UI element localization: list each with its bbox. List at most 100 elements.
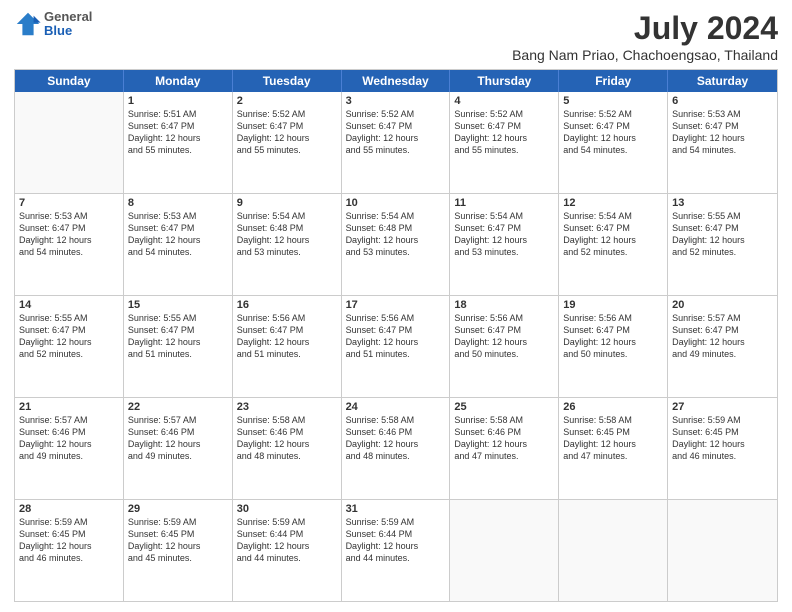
calendar-cell: 16Sunrise: 5:56 AMSunset: 6:47 PMDayligh… — [233, 296, 342, 397]
day-number: 10 — [346, 197, 446, 209]
calendar-cell: 26Sunrise: 5:58 AMSunset: 6:45 PMDayligh… — [559, 398, 668, 499]
calendar-row-5: 28Sunrise: 5:59 AMSunset: 6:45 PMDayligh… — [15, 500, 777, 601]
cell-info: Sunrise: 5:59 AMSunset: 6:45 PMDaylight:… — [672, 414, 773, 463]
calendar-cell: 14Sunrise: 5:55 AMSunset: 6:47 PMDayligh… — [15, 296, 124, 397]
day-number: 15 — [128, 299, 228, 311]
day-number: 16 — [237, 299, 337, 311]
calendar-cell: 24Sunrise: 5:58 AMSunset: 6:46 PMDayligh… — [342, 398, 451, 499]
day-number: 3 — [346, 95, 446, 107]
day-number: 8 — [128, 197, 228, 209]
cell-info: Sunrise: 5:57 AMSunset: 6:46 PMDaylight:… — [128, 414, 228, 463]
calendar-cell: 11Sunrise: 5:54 AMSunset: 6:47 PMDayligh… — [450, 194, 559, 295]
day-number: 14 — [19, 299, 119, 311]
header-day-tuesday: Tuesday — [233, 70, 342, 92]
day-number: 18 — [454, 299, 554, 311]
calendar-body: 1Sunrise: 5:51 AMSunset: 6:47 PMDaylight… — [15, 92, 777, 601]
calendar-cell: 31Sunrise: 5:59 AMSunset: 6:44 PMDayligh… — [342, 500, 451, 601]
calendar: SundayMondayTuesdayWednesdayThursdayFrid… — [14, 69, 778, 602]
day-number: 29 — [128, 503, 228, 515]
cell-info: Sunrise: 5:52 AMSunset: 6:47 PMDaylight:… — [237, 108, 337, 157]
cell-info: Sunrise: 5:59 AMSunset: 6:45 PMDaylight:… — [128, 516, 228, 565]
calendar-cell: 13Sunrise: 5:55 AMSunset: 6:47 PMDayligh… — [668, 194, 777, 295]
header-day-monday: Monday — [124, 70, 233, 92]
calendar-row-1: 1Sunrise: 5:51 AMSunset: 6:47 PMDaylight… — [15, 92, 777, 194]
calendar-cell: 18Sunrise: 5:56 AMSunset: 6:47 PMDayligh… — [450, 296, 559, 397]
main-title: July 2024 — [512, 10, 778, 47]
cell-info: Sunrise: 5:54 AMSunset: 6:48 PMDaylight:… — [237, 210, 337, 259]
cell-info: Sunrise: 5:59 AMSunset: 6:44 PMDaylight:… — [346, 516, 446, 565]
day-number: 23 — [237, 401, 337, 413]
calendar-cell: 20Sunrise: 5:57 AMSunset: 6:47 PMDayligh… — [668, 296, 777, 397]
calendar-row-2: 7Sunrise: 5:53 AMSunset: 6:47 PMDaylight… — [15, 194, 777, 296]
cell-info: Sunrise: 5:55 AMSunset: 6:47 PMDaylight:… — [19, 312, 119, 361]
calendar-cell: 21Sunrise: 5:57 AMSunset: 6:46 PMDayligh… — [15, 398, 124, 499]
cell-info: Sunrise: 5:55 AMSunset: 6:47 PMDaylight:… — [672, 210, 773, 259]
calendar-cell: 27Sunrise: 5:59 AMSunset: 6:45 PMDayligh… — [668, 398, 777, 499]
header: General Blue July 2024 Bang Nam Priao, C… — [14, 10, 778, 63]
day-number: 7 — [19, 197, 119, 209]
header-day-friday: Friday — [559, 70, 668, 92]
day-number: 22 — [128, 401, 228, 413]
calendar-cell: 25Sunrise: 5:58 AMSunset: 6:46 PMDayligh… — [450, 398, 559, 499]
day-number: 12 — [563, 197, 663, 209]
cell-info: Sunrise: 5:58 AMSunset: 6:45 PMDaylight:… — [563, 414, 663, 463]
day-number: 17 — [346, 299, 446, 311]
calendar-cell: 2Sunrise: 5:52 AMSunset: 6:47 PMDaylight… — [233, 92, 342, 193]
cell-info: Sunrise: 5:54 AMSunset: 6:47 PMDaylight:… — [563, 210, 663, 259]
calendar-cell: 3Sunrise: 5:52 AMSunset: 6:47 PMDaylight… — [342, 92, 451, 193]
calendar-row-3: 14Sunrise: 5:55 AMSunset: 6:47 PMDayligh… — [15, 296, 777, 398]
day-number: 13 — [672, 197, 773, 209]
day-number: 28 — [19, 503, 119, 515]
calendar-cell: 12Sunrise: 5:54 AMSunset: 6:47 PMDayligh… — [559, 194, 668, 295]
calendar-cell: 9Sunrise: 5:54 AMSunset: 6:48 PMDaylight… — [233, 194, 342, 295]
cell-info: Sunrise: 5:53 AMSunset: 6:47 PMDaylight:… — [672, 108, 773, 157]
calendar-cell: 1Sunrise: 5:51 AMSunset: 6:47 PMDaylight… — [124, 92, 233, 193]
calendar-cell: 5Sunrise: 5:52 AMSunset: 6:47 PMDaylight… — [559, 92, 668, 193]
day-number: 11 — [454, 197, 554, 209]
cell-info: Sunrise: 5:59 AMSunset: 6:45 PMDaylight:… — [19, 516, 119, 565]
header-day-sunday: Sunday — [15, 70, 124, 92]
day-number: 21 — [19, 401, 119, 413]
cell-info: Sunrise: 5:59 AMSunset: 6:44 PMDaylight:… — [237, 516, 337, 565]
header-day-thursday: Thursday — [450, 70, 559, 92]
subtitle: Bang Nam Priao, Chachoengsao, Thailand — [512, 47, 778, 63]
logo-blue: Blue — [44, 24, 92, 38]
day-number: 2 — [237, 95, 337, 107]
cell-info: Sunrise: 5:51 AMSunset: 6:47 PMDaylight:… — [128, 108, 228, 157]
cell-info: Sunrise: 5:58 AMSunset: 6:46 PMDaylight:… — [346, 414, 446, 463]
logo-general: General — [44, 10, 92, 24]
calendar-cell: 8Sunrise: 5:53 AMSunset: 6:47 PMDaylight… — [124, 194, 233, 295]
calendar-cell — [559, 500, 668, 601]
calendar-cell: 6Sunrise: 5:53 AMSunset: 6:47 PMDaylight… — [668, 92, 777, 193]
cell-info: Sunrise: 5:56 AMSunset: 6:47 PMDaylight:… — [454, 312, 554, 361]
cell-info: Sunrise: 5:57 AMSunset: 6:46 PMDaylight:… — [19, 414, 119, 463]
logo-icon — [14, 10, 42, 38]
calendar-row-4: 21Sunrise: 5:57 AMSunset: 6:46 PMDayligh… — [15, 398, 777, 500]
calendar-cell: 17Sunrise: 5:56 AMSunset: 6:47 PMDayligh… — [342, 296, 451, 397]
cell-info: Sunrise: 5:56 AMSunset: 6:47 PMDaylight:… — [237, 312, 337, 361]
cell-info: Sunrise: 5:56 AMSunset: 6:47 PMDaylight:… — [346, 312, 446, 361]
cell-info: Sunrise: 5:58 AMSunset: 6:46 PMDaylight:… — [454, 414, 554, 463]
day-number: 20 — [672, 299, 773, 311]
day-number: 6 — [672, 95, 773, 107]
cell-info: Sunrise: 5:58 AMSunset: 6:46 PMDaylight:… — [237, 414, 337, 463]
calendar-cell: 22Sunrise: 5:57 AMSunset: 6:46 PMDayligh… — [124, 398, 233, 499]
calendar-cell: 30Sunrise: 5:59 AMSunset: 6:44 PMDayligh… — [233, 500, 342, 601]
calendar-cell: 29Sunrise: 5:59 AMSunset: 6:45 PMDayligh… — [124, 500, 233, 601]
cell-info: Sunrise: 5:55 AMSunset: 6:47 PMDaylight:… — [128, 312, 228, 361]
cell-info: Sunrise: 5:52 AMSunset: 6:47 PMDaylight:… — [454, 108, 554, 157]
cell-info: Sunrise: 5:56 AMSunset: 6:47 PMDaylight:… — [563, 312, 663, 361]
logo: General Blue — [14, 10, 92, 39]
calendar-cell — [668, 500, 777, 601]
header-day-saturday: Saturday — [668, 70, 777, 92]
calendar-cell: 23Sunrise: 5:58 AMSunset: 6:46 PMDayligh… — [233, 398, 342, 499]
calendar-cell — [15, 92, 124, 193]
day-number: 25 — [454, 401, 554, 413]
day-number: 30 — [237, 503, 337, 515]
calendar-cell: 15Sunrise: 5:55 AMSunset: 6:47 PMDayligh… — [124, 296, 233, 397]
day-number: 5 — [563, 95, 663, 107]
day-number: 1 — [128, 95, 228, 107]
cell-info: Sunrise: 5:57 AMSunset: 6:47 PMDaylight:… — [672, 312, 773, 361]
calendar-cell: 10Sunrise: 5:54 AMSunset: 6:48 PMDayligh… — [342, 194, 451, 295]
day-number: 31 — [346, 503, 446, 515]
